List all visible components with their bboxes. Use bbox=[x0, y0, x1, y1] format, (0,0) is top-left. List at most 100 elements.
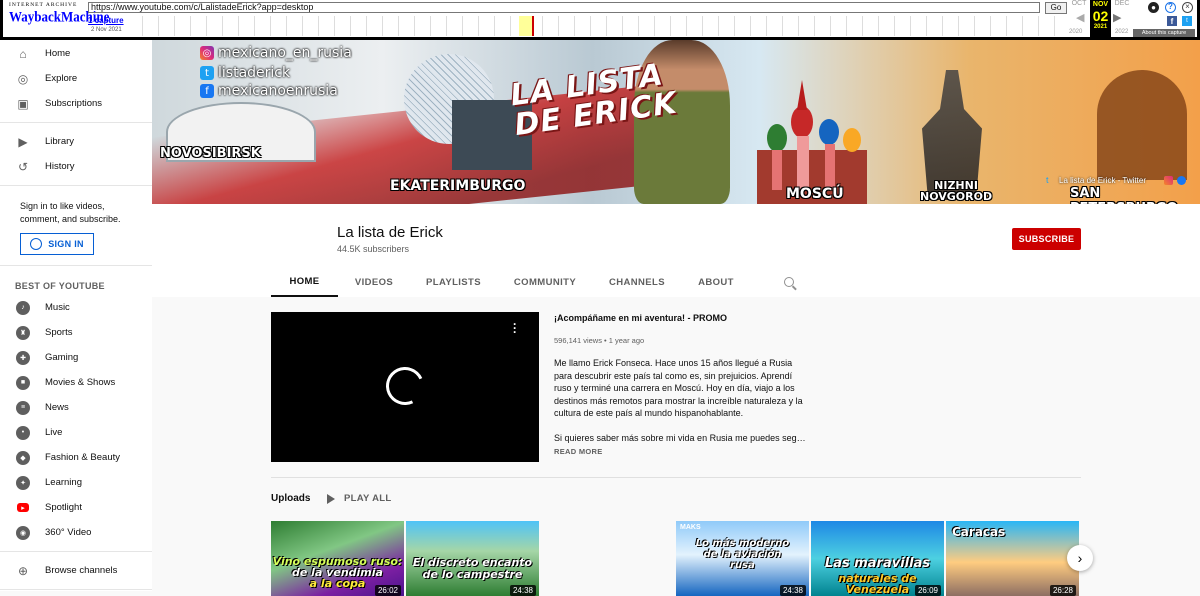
close-icon[interactable]: × bbox=[1182, 2, 1193, 13]
gaming-icon: ✚ bbox=[16, 350, 30, 365]
promo-video-title[interactable]: ¡Acompáñame en mi aventura! - PROMO bbox=[554, 313, 727, 323]
sidebar-item-fashion[interactable]: ◆ Fashion & Beauty bbox=[0, 445, 152, 470]
twitter-link[interactable]: La lista de Erick - Twitter bbox=[1059, 176, 1146, 185]
read-more-link[interactable]: READ MORE bbox=[554, 447, 603, 456]
sidebar-item-label: News bbox=[45, 402, 69, 413]
city-label-moscu: MOSCÚ bbox=[786, 186, 844, 202]
loading-spinner-icon bbox=[380, 361, 430, 411]
wayback-url-input[interactable]: https://www.youtube.com/c/LalistadeErick… bbox=[88, 2, 1040, 13]
channel-search-button[interactable] bbox=[781, 267, 797, 297]
facebook-share-icon[interactable]: f bbox=[1167, 16, 1177, 26]
channel-tabs: HOME VIDEOS PLAYLISTS COMMUNITY CHANNELS… bbox=[271, 267, 797, 297]
thumbnail-caption: de lo campestre bbox=[422, 568, 523, 581]
subscribe-button[interactable]: SUBSCRIBE bbox=[1012, 228, 1081, 250]
video-thumbnail[interactable]: Caracas 26:28 bbox=[946, 521, 1079, 596]
tab-community[interactable]: COMMUNITY bbox=[497, 267, 593, 297]
tab-videos[interactable]: VIDEOS bbox=[338, 267, 410, 297]
live-icon: • bbox=[16, 425, 30, 440]
video-thumbnail[interactable]: Las maravillas naturales de Venezuela 26… bbox=[811, 521, 944, 596]
sidebar-item-music[interactable]: ♪ Music bbox=[0, 295, 152, 320]
sidebar-item-explore[interactable]: ◎ Explore bbox=[0, 66, 152, 91]
sidebar-item-label: Library bbox=[45, 136, 75, 147]
sidebar-item-live[interactable]: • Live bbox=[0, 420, 152, 445]
promo-video-player[interactable]: · · · bbox=[271, 312, 539, 462]
play-all-button[interactable]: PLAY ALL bbox=[327, 493, 391, 504]
channel-banner: ◎ mexicano_en_rusia t listaderick f mexi… bbox=[152, 40, 1200, 204]
wayback-prev-year[interactable]: 2020 bbox=[1069, 29, 1082, 35]
wayback-toolbar: INTERNET ARCHIVE WaybackMachine https://… bbox=[0, 0, 1200, 40]
sidebar-item-label: Home bbox=[45, 48, 71, 59]
sidebar-item-library[interactable]: ▶ Library bbox=[0, 129, 152, 154]
sidebar-divider bbox=[0, 551, 152, 552]
tab-home[interactable]: HOME bbox=[271, 267, 338, 297]
sidebar-item-label: Explore bbox=[45, 73, 78, 84]
next-capture-arrow-icon[interactable]: ▶ bbox=[1113, 11, 1121, 24]
sparkline-current-marker bbox=[532, 16, 534, 36]
spotlight-icon: ▸ bbox=[17, 503, 29, 512]
instagram-link-icon[interactable] bbox=[1164, 176, 1173, 185]
promo-video-meta: 596,141 views • 1 year ago bbox=[554, 336, 645, 345]
uploads-heading[interactable]: Uploads bbox=[271, 493, 310, 504]
current-year: 2021 bbox=[1093, 24, 1108, 30]
banner-instagram: ◎ mexicano_en_rusia bbox=[200, 45, 352, 61]
sidebar-item-history[interactable]: ↺ History bbox=[0, 154, 152, 179]
sidebar-item-home[interactable]: ⌂ Home bbox=[0, 41, 152, 66]
sidebar-item-spotlight[interactable]: ▸ Spotlight bbox=[0, 495, 152, 520]
play-all-label: PLAY ALL bbox=[344, 493, 392, 504]
channel-name: La lista de Erick bbox=[337, 224, 443, 241]
tab-playlists[interactable]: PLAYLISTS bbox=[410, 267, 497, 297]
tab-channels[interactable]: CHANNELS bbox=[593, 267, 681, 297]
sidebar-item-label: Learning bbox=[45, 477, 82, 488]
play-icon bbox=[327, 493, 335, 504]
sidebar-item-label: History bbox=[45, 161, 75, 172]
sidebar-item-sports[interactable]: ♜ Sports bbox=[0, 320, 152, 345]
sidebar-divider bbox=[0, 185, 152, 186]
video-thumbnail[interactable]: MAKS Lo más moderno de la aviación rusa … bbox=[676, 521, 809, 596]
twitter-share-icon[interactable]: t bbox=[1182, 16, 1192, 26]
section-divider bbox=[271, 477, 1081, 478]
sidebar-item-label: Fashion & Beauty bbox=[45, 452, 120, 463]
sidebar-item-gaming[interactable]: ✚ Gaming bbox=[0, 345, 152, 370]
sidebar-item-subscriptions[interactable]: ▣ Subscriptions bbox=[0, 91, 152, 116]
city-label-line2: NOVGOROD bbox=[920, 190, 993, 203]
user-icon[interactable]: ● bbox=[1148, 2, 1159, 13]
sidebar-item-label: 360° Video bbox=[45, 527, 92, 538]
video-thumbnail[interactable]: El discreto encanto de lo campestre 24:3… bbox=[406, 521, 539, 596]
search-icon bbox=[784, 277, 794, 287]
thumbnail-caption: Caracas bbox=[952, 525, 1006, 539]
tab-about[interactable]: ABOUT bbox=[681, 267, 751, 297]
shelf-next-arrow-icon[interactable]: › bbox=[1067, 545, 1093, 571]
facebook-link-icon[interactable] bbox=[1177, 176, 1186, 185]
trophy-icon: ♜ bbox=[16, 325, 30, 340]
wayback-sparkline[interactable] bbox=[127, 16, 1067, 36]
thumbnail-caption: Lo más moderno bbox=[695, 538, 790, 549]
best-of-youtube-heading: BEST OF YOUTUBE bbox=[15, 281, 105, 291]
wayback-logo[interactable]: INTERNET ARCHIVE WaybackMachine bbox=[9, 2, 109, 34]
thumbnail-caption: Las maravillas bbox=[824, 556, 931, 571]
city-label-novosibirsk: NOVOSIBIRSK bbox=[160, 146, 261, 161]
sidebar-item-360-video[interactable]: ◉ 360° Video bbox=[0, 520, 152, 545]
help-icon[interactable]: ? bbox=[1165, 2, 1176, 13]
wayback-captures-link[interactable]: 1 capture bbox=[88, 16, 124, 25]
more-options-icon[interactable]: · · · bbox=[511, 318, 519, 338]
current-day: 02 bbox=[1092, 8, 1109, 24]
prev-capture-arrow-icon[interactable]: ◀ bbox=[1076, 11, 1084, 24]
sidebar-item-browse-channels[interactable]: ⊕ Browse channels bbox=[0, 558, 152, 583]
wayback-next-month[interactable]: DEC bbox=[1111, 0, 1133, 7]
wayback-go-button[interactable]: Go bbox=[1045, 2, 1067, 14]
about-capture-button[interactable]: About this capture bbox=[1133, 29, 1195, 37]
sign-in-button[interactable]: SIGN IN bbox=[20, 233, 94, 255]
twitter-link-icon[interactable]: t bbox=[1046, 176, 1055, 185]
learning-icon: ✦ bbox=[16, 475, 30, 490]
wayback-next-year[interactable]: 2022 bbox=[1115, 29, 1128, 35]
video-thumbnail[interactable]: Vino espumoso ruso: de la vendimia a la … bbox=[271, 521, 404, 596]
banner-cathedral-image bbox=[1097, 70, 1187, 180]
sparkline-highlight bbox=[519, 16, 533, 36]
instagram-icon: ◎ bbox=[200, 46, 214, 60]
sidebar-item-learning[interactable]: ✦ Learning bbox=[0, 470, 152, 495]
wayback-prev-month[interactable]: OCT bbox=[1068, 0, 1090, 7]
subscriptions-icon: ▣ bbox=[17, 96, 29, 111]
sidebar-divider bbox=[0, 589, 152, 590]
sidebar-item-news[interactable]: ≡ News bbox=[0, 395, 152, 420]
sidebar-item-movies[interactable]: ■ Movies & Shows bbox=[0, 370, 152, 395]
